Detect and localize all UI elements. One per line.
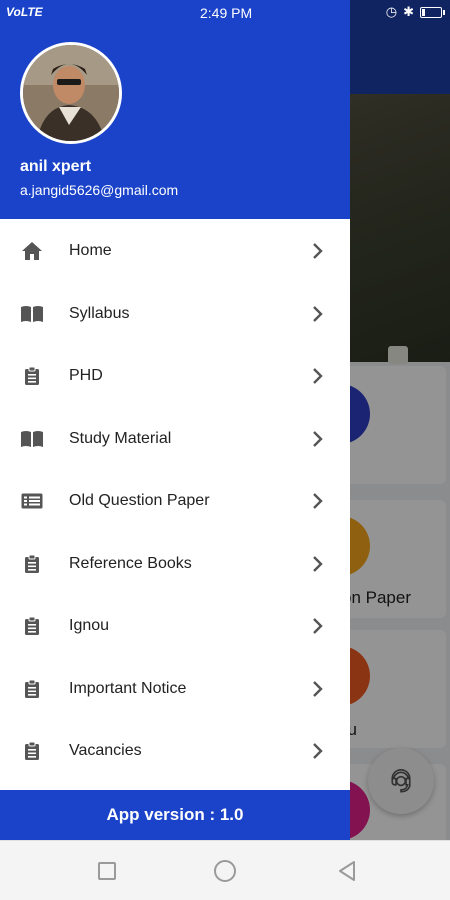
menu-item-syllabus[interactable]: Syllabus [0,283,350,346]
menu-item-label: Syllabus [69,304,130,322]
clipboard-icon [20,552,44,576]
menu-item-label: Important Notice [69,679,187,697]
home-button[interactable] [214,860,236,882]
chevron-right-icon [310,366,326,386]
menu-item-label: Study Material [69,429,172,447]
menu-item-phd[interactable]: PHD [0,345,350,408]
menu-item-home[interactable]: Home [0,220,350,283]
chevron-right-icon [310,554,326,574]
chevron-right-icon [310,304,326,324]
battery-level [422,8,425,16]
menu-item-label: Home [69,242,112,260]
battery-icon [420,6,445,18]
list-card-icon [20,489,44,513]
bluetooth-icon: ✱ [403,4,414,19]
home-icon [20,239,44,263]
chevron-right-icon [310,491,326,511]
recents-button[interactable] [98,862,116,880]
drawer-header: anil xpert a.jangid5626@gmail.com [0,0,350,219]
clipboard-icon [20,614,44,638]
system-nav-bar [0,840,450,900]
menu-item-label: Ignou [69,617,110,635]
navigation-drawer: anil xpert a.jangid5626@gmail.com Home S… [0,0,350,840]
chevron-right-icon [310,679,326,699]
menu-item-reference-books[interactable]: Reference Books [0,533,350,596]
chevron-right-icon [310,429,326,449]
user-name: anil xpert [20,158,92,175]
back-button[interactable] [336,860,358,882]
alarm-icon: ◷ [385,4,398,19]
menu-item-study-material[interactable]: Study Material [0,408,350,471]
menu-item-label: Vacancies [69,742,142,760]
chevron-right-icon [310,241,326,261]
app-version-label: App version : 1.0 [106,805,244,824]
chevron-right-icon [310,616,326,636]
profile-photo [23,45,119,141]
network-indicator: VoLTE [6,5,43,19]
clipboard-icon [20,739,44,763]
menu-item-vacancies[interactable]: Vacancies [0,720,350,783]
drawer-menu: Home Syllabus PHD Study Material Old Que… [0,220,350,783]
menu-item-old-question-paper[interactable]: Old Question Paper [0,470,350,533]
menu-item-ignou[interactable]: Ignou [0,595,350,658]
clipboard-icon [20,677,44,701]
status-time: 2:49 PM [200,5,253,21]
menu-item-label: PHD [69,367,103,385]
status-icons: ◷ ✱ [385,4,445,20]
menu-item-label: Reference Books [69,554,192,572]
book-icon [20,302,44,326]
clipboard-icon [20,364,44,388]
status-bar: VoLTE 2:49 PM ◷ ✱ [0,0,450,26]
drawer-footer: App version : 1.0 [0,790,350,840]
menu-item-important-notice[interactable]: Important Notice [0,658,350,721]
chevron-right-icon [310,741,326,761]
avatar[interactable] [20,42,122,144]
book-icon [20,427,44,451]
menu-item-label: Old Question Paper [69,492,210,510]
user-email: a.jangid5626@gmail.com [20,182,179,198]
